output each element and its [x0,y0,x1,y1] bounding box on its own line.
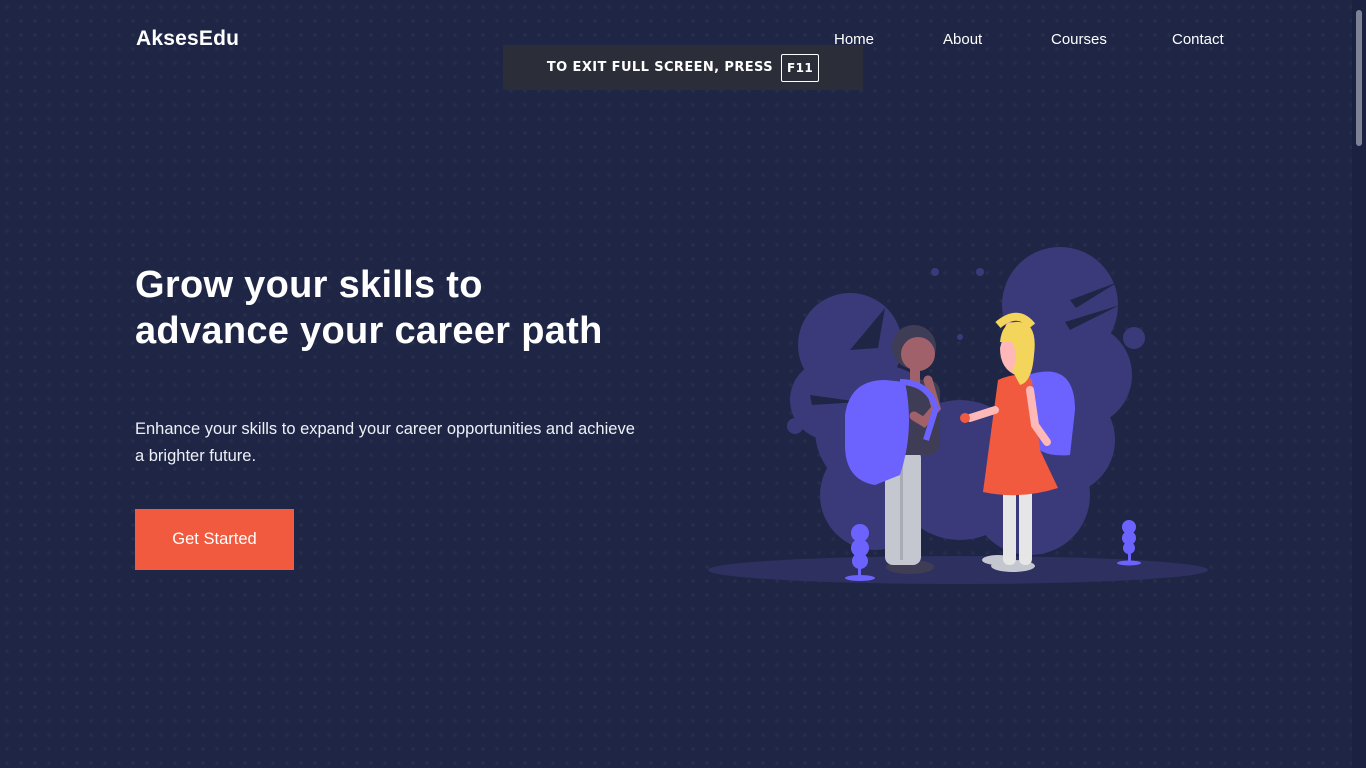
hero-subtitle: Enhance your skills to expand your caree… [135,420,635,465]
fullscreen-notice-text: TO EXIT FULL SCREEN, PRESS [546,60,773,75]
get-started-button[interactable]: Get Started [135,509,294,570]
students-illustration [708,247,1208,584]
nav-courses[interactable]: Courses [1051,31,1107,48]
fullscreen-exit-notice: TO EXIT FULL SCREEN, PRESS F11 [503,45,863,90]
nav-about[interactable]: About [943,31,982,48]
nav-contact[interactable]: Contact [1172,31,1224,48]
page-scrollbar[interactable] [1352,0,1366,768]
scrollbar-thumb[interactable] [1356,10,1362,146]
landing-page: AksesEdu Home About Courses Contact TO E… [0,0,1352,768]
hero-title: Grow your skills to advance your career … [135,264,603,352]
ground-shadow [708,556,1208,584]
f11-key-badge: F11 [780,53,820,82]
site-logo[interactable]: AksesEdu [136,27,239,51]
plant-right [1117,520,1141,566]
